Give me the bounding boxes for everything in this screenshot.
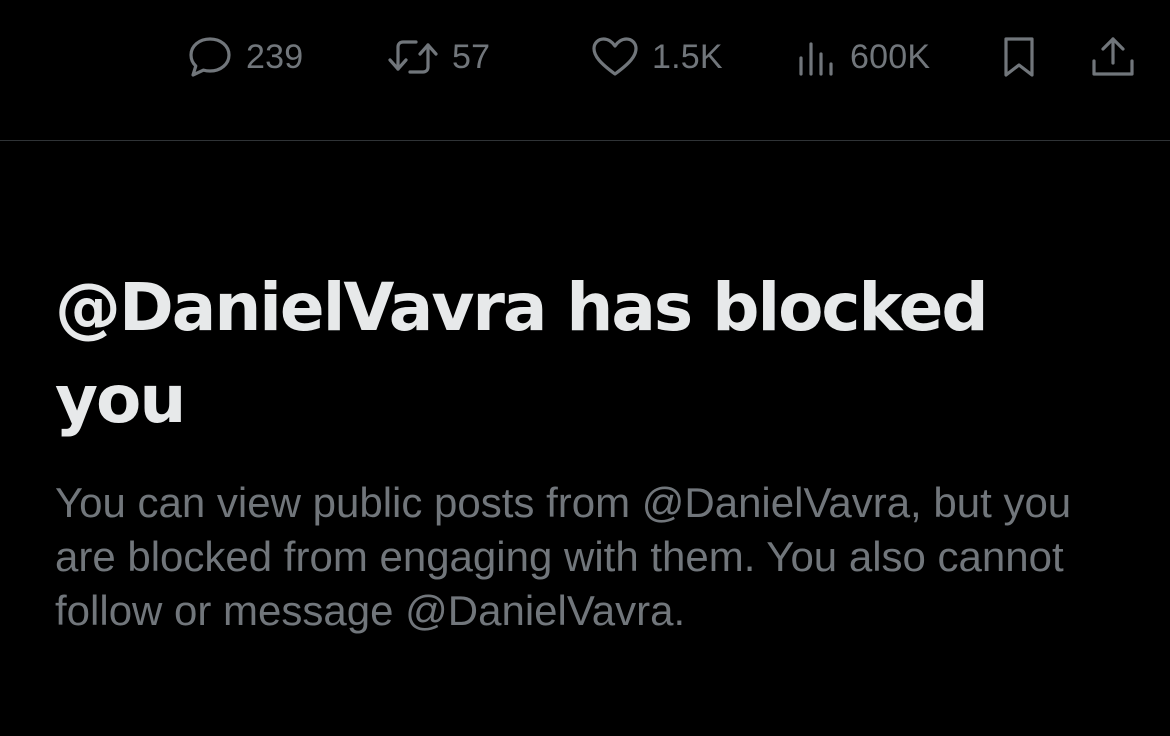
reply-count: 239 bbox=[246, 37, 304, 76]
reply-bubble-icon bbox=[186, 34, 234, 80]
section-divider bbox=[0, 140, 1170, 141]
bookmark-button[interactable] bbox=[998, 34, 1040, 80]
blocked-title: @DanielVavra has blocked you bbox=[55, 269, 989, 438]
post-action-bar: 239 57 1.5K 600K bbox=[0, 0, 1170, 140]
bar-chart-icon bbox=[796, 34, 838, 80]
heart-icon bbox=[590, 34, 640, 80]
views-count: 600K bbox=[850, 37, 931, 76]
share-upload-icon bbox=[1088, 33, 1138, 81]
bookmark-icon bbox=[998, 33, 1040, 81]
views-button[interactable]: 600K bbox=[796, 34, 930, 80]
like-count: 1.5K bbox=[652, 37, 723, 76]
repost-button[interactable]: 57 bbox=[386, 34, 490, 80]
blocked-description: You can view public posts from @DanielVa… bbox=[55, 479, 1072, 634]
share-button[interactable] bbox=[1088, 34, 1138, 80]
reply-button[interactable]: 239 bbox=[186, 34, 303, 80]
repost-count: 57 bbox=[452, 37, 491, 76]
like-button[interactable]: 1.5K bbox=[590, 34, 723, 80]
repost-icon bbox=[386, 34, 440, 80]
